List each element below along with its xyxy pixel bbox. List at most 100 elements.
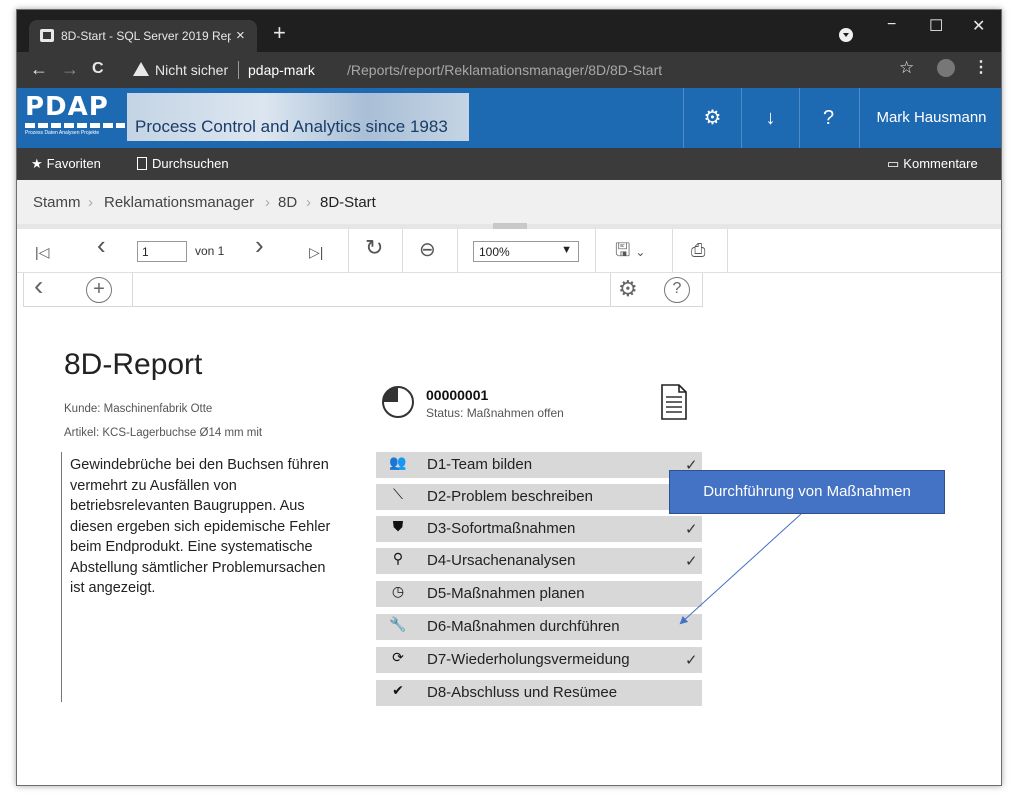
breadcrumb: Stamm › Reklamationsmanager › 8D › 8D-St…	[17, 180, 1001, 224]
report-toolbar: |◁ ‹ 1 von 1 › ▷| ↻ ⊖ 100% ▼ 🖫 ⌄ ⎙	[17, 229, 1001, 273]
report-status: Status: Maßnahmen offen	[426, 406, 564, 420]
next-page-button[interactable]: ›	[255, 232, 264, 258]
search-icon: ⚲	[392, 551, 404, 567]
zoom-value: 100%	[479, 245, 510, 259]
breadcrumb-item-reklamationsmanager[interactable]: Reklamationsmanager	[104, 194, 254, 211]
customer-label: Kunde: Maschinenfabrik Otte	[64, 403, 213, 415]
favorites-link[interactable]: ★ Favoriten	[31, 156, 101, 172]
step-label: D3-Sofortmaßnahmen	[427, 520, 576, 537]
step-row[interactable]: ⚲ D4-Ursachenanalysen ✓	[376, 548, 702, 574]
profile-menu-icon[interactable]	[839, 28, 853, 42]
description-text: Gewindebrüche bei den Buchsen führen ver…	[70, 457, 331, 596]
cycle-icon: ⟳	[392, 650, 404, 666]
forward-button[interactable]: →	[61, 59, 79, 79]
breadcrumb-item-stamm[interactable]: Stamm	[33, 194, 81, 211]
report-number: 00000001	[426, 387, 489, 403]
checkmark-icon: ✔	[392, 683, 404, 699]
toolbar-separator	[348, 229, 349, 273]
bookmark-star-icon[interactable]: ☆	[899, 58, 914, 78]
gear-icon: ⚙	[703, 107, 722, 129]
step-row[interactable]: ✔ D8-Abschluss und Resümee	[376, 680, 702, 706]
chevron-down-icon: ⌄	[635, 245, 646, 259]
help-button[interactable]: ?	[799, 88, 857, 148]
settings-button[interactable]: ⚙	[683, 88, 741, 148]
app-header: PDAP Prozess Daten Analysen Projekte Pro…	[17, 88, 1001, 148]
last-page-button[interactable]: ▷|	[309, 242, 323, 262]
help-icon: ?	[822, 107, 835, 129]
previous-page-button[interactable]: ‹	[97, 232, 106, 258]
people-icon: 👥	[389, 455, 407, 471]
shield-icon: ⛊	[392, 519, 404, 535]
breadcrumb-item-8d[interactable]: 8D	[278, 194, 297, 211]
toolbar-separator	[727, 229, 728, 273]
minimize-button[interactable]: −	[887, 16, 896, 34]
description-box: Gewindebrüche bei den Buchsen führen ver…	[61, 452, 331, 702]
print-button[interactable]: ⎙	[691, 240, 705, 260]
url-field[interactable]: Nicht sicher pdap-mark /Reports/report/R…	[121, 56, 987, 84]
toolbar-separator	[457, 229, 458, 273]
comments-link[interactable]: ▭ Kommentare	[887, 156, 978, 172]
pdap-logo[interactable]: PDAP Prozess Daten Analysen Projekte	[25, 94, 129, 136]
check-icon: ✓	[685, 651, 698, 669]
document-icon	[137, 157, 147, 170]
page-count-label: von 1	[195, 244, 225, 258]
zoom-select[interactable]: 100% ▼	[473, 241, 579, 262]
save-icon: 🖫	[615, 240, 631, 260]
export-button[interactable]: 🖫 ⌄	[615, 240, 645, 262]
check-icon: ✓	[685, 520, 698, 538]
tab-close-icon[interactable]: ×	[236, 27, 245, 44]
address-bar: ← → C Nicht sicher pdap-mark /Reports/re…	[17, 52, 1001, 88]
browser-window: 8D-Start - SQL Server 2019 Repo × + − ☐ …	[16, 9, 1002, 786]
wand-icon: ⟍	[393, 487, 403, 503]
url-divider	[238, 61, 239, 79]
banner-image: Process Control and Analytics since 1983	[127, 93, 469, 141]
reload-button[interactable]: C	[92, 59, 104, 79]
comments-label: Kommentare	[903, 156, 978, 171]
download-button[interactable]: ↓	[741, 88, 799, 148]
step-row[interactable]: ⟳ D7-Wiederholungsvermeidung ✓	[376, 647, 702, 673]
gear-icon[interactable]: ⚙	[618, 276, 638, 302]
logo-subtitle: Prozess Daten Analysen Projekte	[25, 130, 100, 136]
step-label: D1-Team bilden	[427, 456, 533, 473]
step-row[interactable]: ◷ D5-Maßnahmen planen	[376, 581, 702, 607]
close-window-button[interactable]: ✕	[972, 16, 985, 36]
step-label: D7-Wiederholungsvermeidung	[427, 651, 630, 668]
browser-menu-icon[interactable]: ⋮	[973, 57, 989, 77]
download-icon: ↓	[765, 107, 776, 129]
breadcrumb-separator: ›	[306, 194, 311, 211]
back-button[interactable]: ←	[30, 59, 48, 79]
new-tab-button[interactable]: +	[273, 22, 286, 44]
first-page-button[interactable]: |◁	[35, 242, 49, 262]
collapse-button[interactable]: ‹	[34, 272, 43, 300]
security-label[interactable]: Nicht sicher	[155, 62, 228, 78]
refresh-button[interactable]: ↻	[365, 237, 383, 259]
favorites-label: Favoriten	[46, 156, 101, 171]
toolbar-separator	[595, 229, 596, 273]
page-number-input[interactable]: 1	[137, 241, 187, 262]
step-row[interactable]: 👥 D1-Team bilden ✓	[376, 452, 702, 478]
toolbar-separator	[672, 229, 673, 273]
user-menu[interactable]: Mark Hausmann	[859, 88, 1001, 148]
tab-title: 8D-Start - SQL Server 2019 Repo	[61, 29, 231, 43]
browser-tab[interactable]: 8D-Start - SQL Server 2019 Repo ×	[29, 20, 257, 52]
document-icon[interactable]	[660, 384, 688, 420]
back-to-parent-button[interactable]: ⊖	[419, 240, 436, 260]
step-row[interactable]: 🔧 D6-Maßnahmen durchführen	[376, 614, 702, 640]
step-row[interactable]: ⟍ D2-Problem beschreiben	[376, 484, 702, 510]
step-label: D6-Maßnahmen durchführen	[427, 618, 620, 635]
toolbar-separator	[132, 273, 133, 307]
report-title: 8D-Report	[64, 348, 203, 381]
banner-text: Process Control and Analytics since 1983	[135, 117, 448, 136]
check-icon: ✓	[685, 552, 698, 570]
step-label: D2-Problem beschreiben	[427, 488, 593, 505]
help-circle-button[interactable]: ?	[664, 277, 690, 303]
browse-label: Durchsuchen	[152, 156, 229, 171]
add-button[interactable]: +	[86, 277, 112, 303]
progress-pie-icon	[382, 386, 414, 418]
clock-icon: ◷	[391, 584, 405, 600]
extension-icon[interactable]	[937, 59, 955, 77]
step-row[interactable]: ⛊ D3-Sofortmaßnahmen ✓	[376, 516, 702, 542]
breadcrumb-item-current: 8D-Start	[320, 194, 376, 211]
maximize-button[interactable]: ☐	[929, 16, 943, 36]
browse-link[interactable]: Durchsuchen	[137, 156, 229, 171]
